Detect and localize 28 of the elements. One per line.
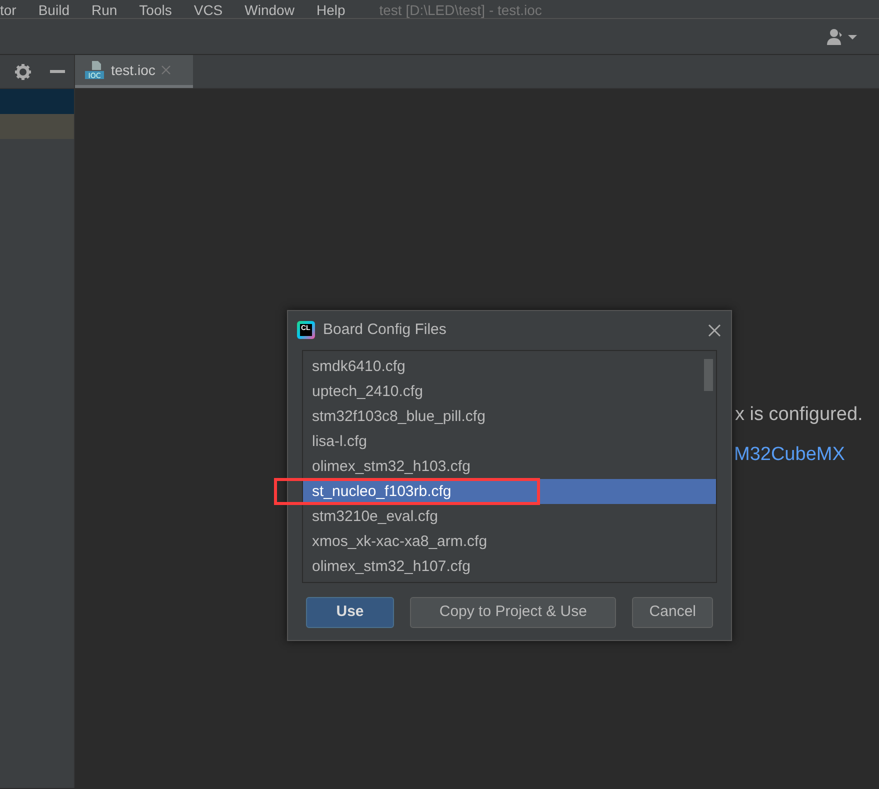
list-item[interactable]: stm3210e_eval.cfg [303, 504, 716, 528]
menu-item[interactable]: VCS [194, 2, 223, 18]
dialog-title: Board Config Files [323, 320, 448, 340]
list-item[interactable]: lisa-l.cfg [303, 428, 716, 454]
close-icon[interactable] [708, 324, 721, 337]
list-item[interactable]: uptech_2410.cfg [303, 378, 716, 404]
menu-item[interactable]: Build [38, 2, 70, 18]
menu-item[interactable]: Help [316, 2, 346, 18]
configure-link[interactable]: M32CubeMX [734, 441, 845, 470]
list-item[interactable]: stm32f103c8_blue_pill.cfg [303, 404, 716, 428]
menu-item[interactable]: Window [244, 2, 294, 18]
list-item[interactable]: olimex_stm32_h103.cfg [303, 454, 716, 478]
list-item[interactable]: xmos_xk-xac-xa8_arm.cfg [303, 528, 716, 554]
list-item[interactable]: smdk6410.cfg [303, 354, 716, 378]
dialog-button[interactable]: Cancel [632, 596, 713, 628]
list-item[interactable]: olimex_stm32_h107.cfg [303, 554, 716, 578]
menu-item[interactable]: tor [0, 2, 16, 18]
dialog-button[interactable]: Copy to Project & Use [410, 596, 616, 628]
dialog-button[interactable]: Use [306, 596, 394, 628]
status-message: x is configured. [735, 403, 863, 427]
menu-item[interactable]: Tools [139, 2, 172, 18]
user-dropdown-icon[interactable] [827, 28, 859, 44]
settings-icon[interactable] [15, 64, 32, 80]
window-title: test [D:\LED\test] - test.ioc [379, 2, 542, 18]
minimize-icon[interactable] [50, 70, 65, 73]
menu-item[interactable]: Run [91, 2, 118, 18]
scrollbar[interactable] [704, 358, 713, 390]
list-item[interactable]: st_nucleo_f103rb.cfg [303, 478, 716, 504]
